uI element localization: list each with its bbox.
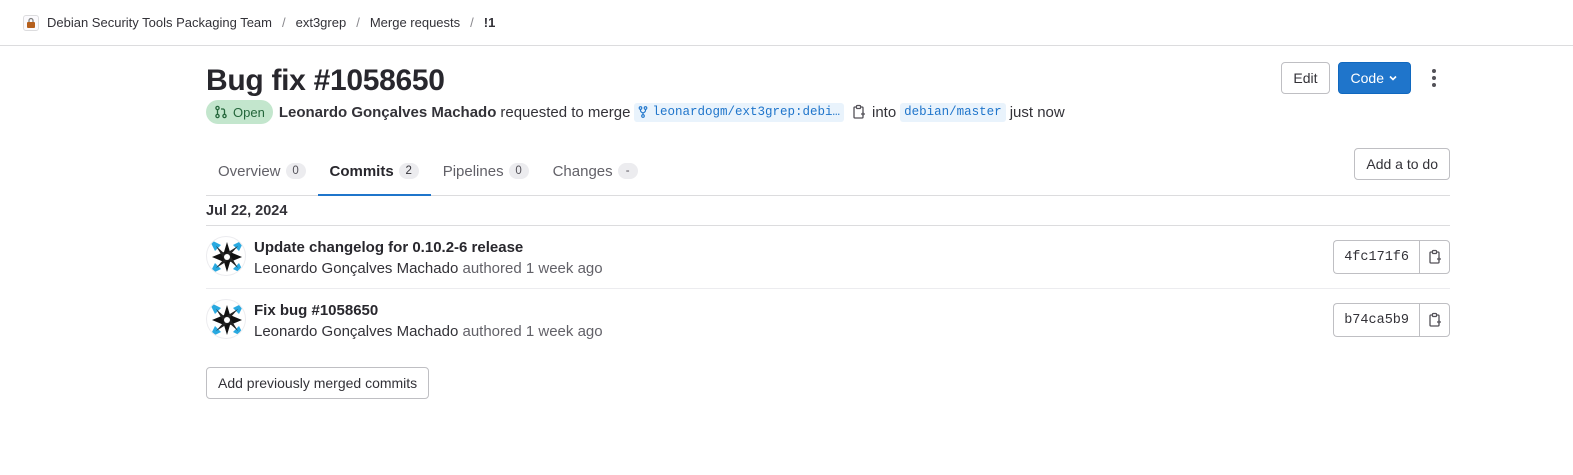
group-avatar-icon[interactable] <box>23 14 39 31</box>
header-actions: Edit Code <box>1281 62 1450 94</box>
tab-commits[interactable]: Commits 2 <box>317 147 431 196</box>
tab-label: Commits <box>329 162 394 180</box>
tab-count: 0 <box>508 163 529 179</box>
commit-sha-group: 4fc171f6 <box>1333 240 1450 274</box>
commit-time: 1 week ago <box>525 323 603 340</box>
tab-count: - <box>617 163 638 179</box>
edit-button[interactable]: Edit <box>1281 62 1330 94</box>
commit-meta: Leonardo Gonçalves Machado authored 1 we… <box>254 323 603 340</box>
commit-date-heading: Jul 22, 2024 <box>206 196 1450 226</box>
list-item: Fix bug #1058650 Leonardo Gonçalves Mach… <box>206 289 1450 352</box>
ellipsis-v-icon[interactable] <box>1418 62 1450 94</box>
commit-title[interactable]: Update changelog for 0.10.2-6 release <box>254 239 523 256</box>
commit-sha[interactable]: b74ca5b9 <box>1333 303 1419 337</box>
tab-overview[interactable]: Overview 0 <box>206 147 318 195</box>
breadcrumb-separator: / <box>281 15 286 30</box>
breadcrumb-separator: / <box>356 15 360 30</box>
commit-sha-group: b74ca5b9 <box>1333 303 1450 337</box>
commit-title[interactable]: Fix bug #1058650 <box>254 302 378 319</box>
page-title: Bug fix #1058650 <box>206 64 445 97</box>
chevron-down-icon <box>1389 75 1397 81</box>
breadcrumb-merge-requests[interactable]: Merge requests <box>370 15 460 30</box>
tab-count: 2 <box>398 163 419 179</box>
add-previously-merged-commits-button[interactable]: Add previously merged commits <box>206 367 430 399</box>
authored-text: authored <box>462 323 522 340</box>
add-todo-button[interactable]: Add a to do <box>1354 148 1450 180</box>
commit-author[interactable]: Leonardo Gonçalves Machado <box>254 323 458 340</box>
avatar[interactable] <box>206 299 246 339</box>
code-dropdown-button[interactable]: Code <box>1337 62 1411 94</box>
commit-time: 1 week ago <box>525 260 603 277</box>
list-item: Update changelog for 0.10.2-6 release Le… <box>206 226 1450 289</box>
commit-meta: Leonardo Gonçalves Machado authored 1 we… <box>254 260 603 277</box>
breadcrumb-project[interactable]: ext3grep <box>296 15 347 30</box>
breadcrumb-separator: / <box>470 15 474 30</box>
commit-author[interactable]: Leonardo Gonçalves Machado <box>254 260 458 277</box>
merge-request-page: Bug fix #1058650 Edit Code Open Leonardo… <box>206 46 1450 399</box>
copy-to-clipboard-icon[interactable] <box>1419 240 1450 274</box>
breadcrumb-group[interactable]: Debian Security Tools Packaging Team <box>47 15 272 30</box>
mr-tabs: Overview 0 Commits 2 Pipelines 0 Changes… <box>206 147 1450 196</box>
tab-changes[interactable]: Changes - <box>541 147 650 195</box>
tab-count: 0 <box>285 163 306 179</box>
title-row: Bug fix #1058650 Edit Code <box>206 62 1450 111</box>
breadcrumb: Debian Security Tools Packaging Team / e… <box>0 0 1573 46</box>
copy-to-clipboard-icon[interactable] <box>1419 303 1450 337</box>
commit-sha[interactable]: 4fc171f6 <box>1333 240 1419 274</box>
tab-pipelines[interactable]: Pipelines 0 <box>431 147 541 195</box>
avatar[interactable] <box>206 236 246 276</box>
code-button-label: Code <box>1350 70 1384 86</box>
authored-text: authored <box>462 260 522 277</box>
tab-label: Pipelines <box>442 162 504 180</box>
tab-label: Overview <box>218 162 281 180</box>
tab-label: Changes <box>552 162 613 180</box>
breadcrumb-current[interactable]: !1 <box>484 15 496 30</box>
